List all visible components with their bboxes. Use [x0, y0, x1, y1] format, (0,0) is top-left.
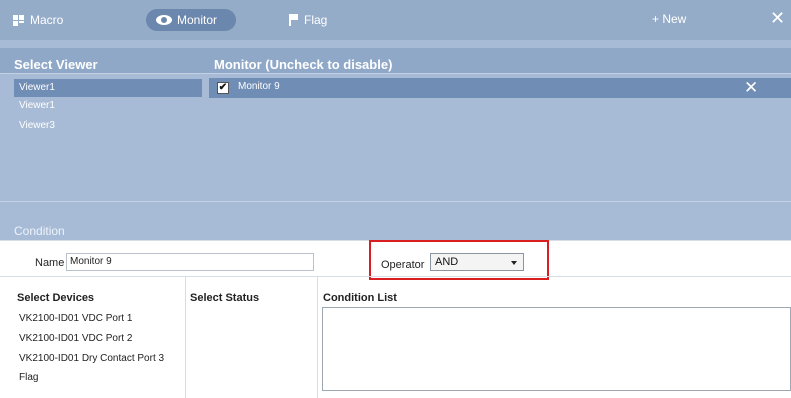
column-divider	[317, 277, 318, 398]
tab-flag[interactable]: Flag	[289, 9, 327, 31]
tab-flag-label: Flag	[304, 13, 328, 27]
top-toolbar: Macro Monitor Flag + New ✕	[0, 0, 791, 40]
device-list-item[interactable]: Flag	[19, 372, 38, 383]
select-status-heading: Select Status	[190, 292, 260, 304]
panel-divider	[0, 201, 791, 202]
macro-icon	[13, 14, 25, 26]
column-divider	[185, 277, 186, 398]
device-list-item[interactable]: VK2100-ID01 VDC Port 2	[19, 333, 132, 344]
monitor-heading: Monitor (Uncheck to disable)	[214, 57, 393, 72]
form-separator	[0, 276, 791, 277]
tab-macro[interactable]: Macro	[13, 9, 63, 31]
eye-icon	[156, 15, 172, 25]
viewer-list-item[interactable]: Viewer3	[14, 117, 55, 135]
viewer-list-item[interactable]: Viewer1	[14, 79, 202, 97]
tab-monitor-label: Monitor	[177, 13, 218, 27]
monitor-enabled-checkbox[interactable]: ✔	[217, 82, 229, 94]
condition-list-heading: Condition List	[323, 292, 397, 304]
device-list-item[interactable]: VK2100-ID01 Dry Contact Port 3	[19, 353, 164, 364]
operator-select[interactable]: AND	[430, 253, 524, 271]
condition-section-label: Condition	[14, 224, 65, 238]
new-button[interactable]: + New	[652, 12, 686, 26]
select-viewer-heading: Select Viewer	[14, 57, 98, 72]
monitor-item-label: Monitor 9	[238, 81, 280, 92]
operator-label: Operator	[381, 259, 425, 271]
device-list-item[interactable]: VK2100-ID01 VDC Port 1	[19, 313, 132, 324]
chevron-down-icon	[511, 261, 517, 265]
operator-selected-value: AND	[435, 256, 459, 268]
tab-monitor[interactable]: Monitor	[146, 9, 236, 31]
close-icon[interactable]: ✕	[770, 8, 785, 28]
flag-icon	[289, 14, 299, 26]
name-input[interactable]: Monitor 9	[66, 253, 314, 271]
name-label: Name	[35, 257, 65, 269]
condition-list-box[interactable]	[322, 307, 791, 391]
viewer-list-item[interactable]: Viewer1	[14, 97, 55, 115]
tab-macro-label: Macro	[30, 13, 64, 27]
panel-header-row	[0, 48, 791, 74]
select-devices-heading: Select Devices	[17, 292, 95, 304]
remove-monitor-icon[interactable]: ✕	[744, 79, 758, 97]
monitor-list-item[interactable]: ✔ Monitor 9 ✕	[209, 78, 791, 98]
